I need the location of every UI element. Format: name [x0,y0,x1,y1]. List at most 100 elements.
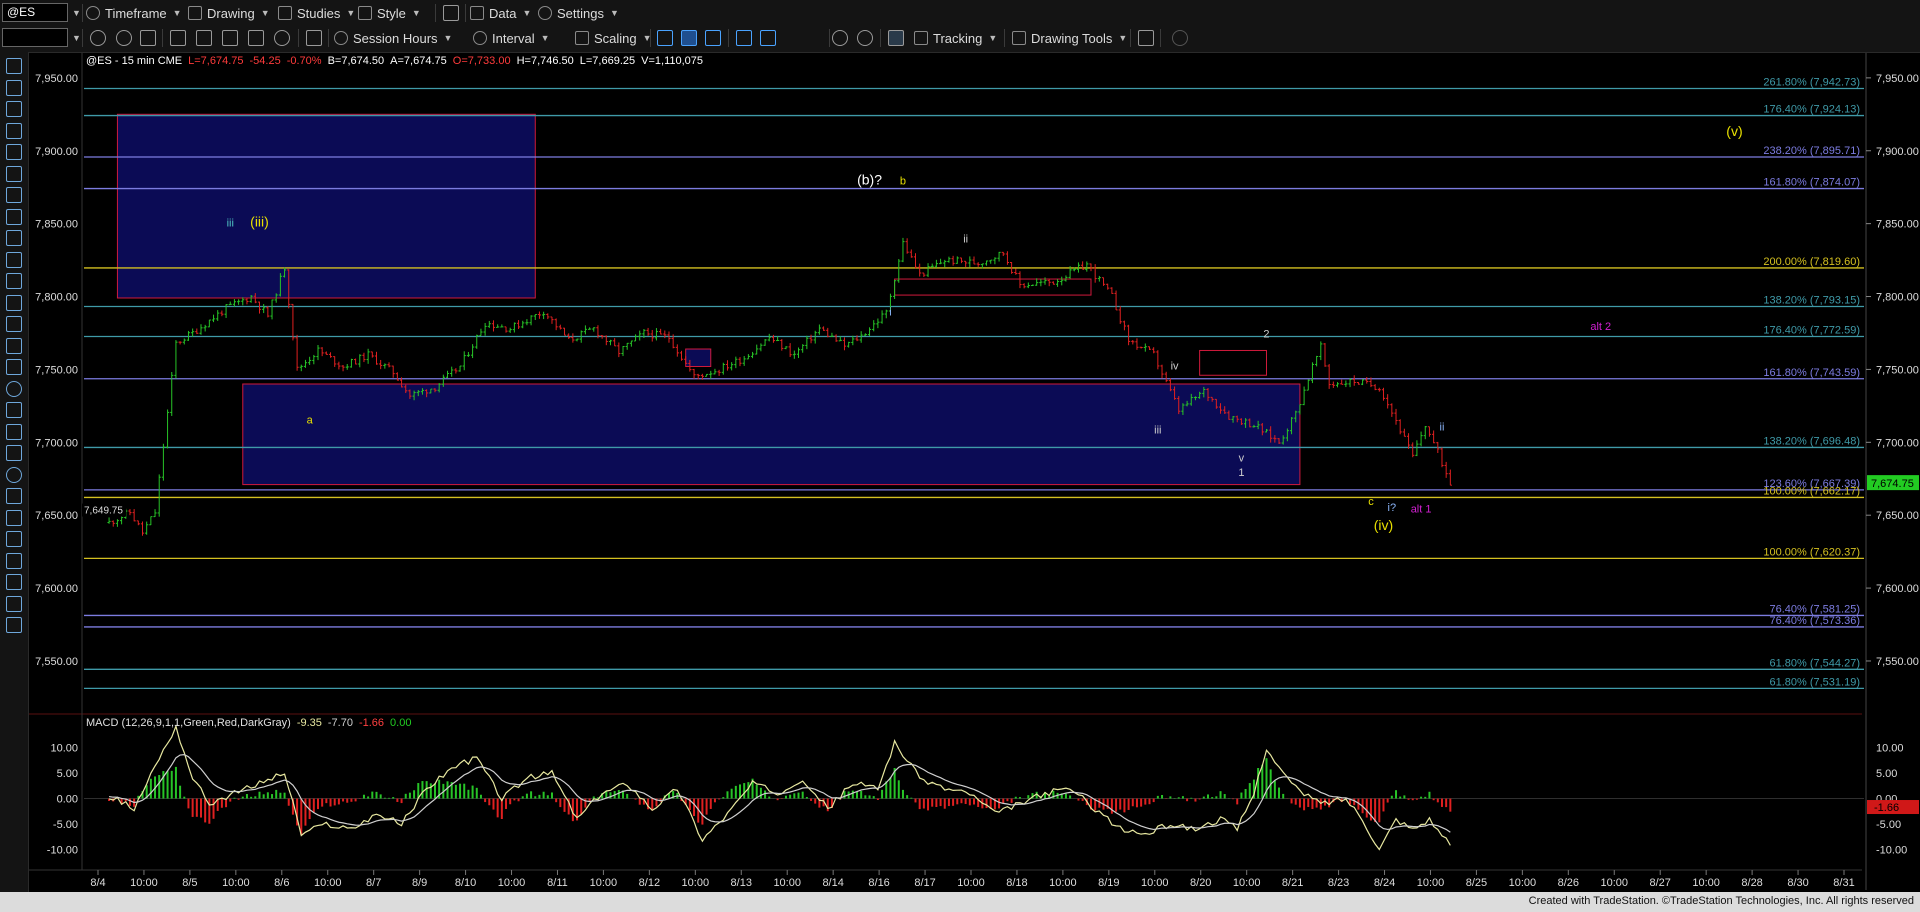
bars-narrow-icon[interactable] [705,30,721,46]
scroll-right-icon[interactable] [760,30,776,46]
scaling-icon [575,31,589,45]
circle-icon[interactable] [6,466,22,483]
list-icon[interactable] [6,337,22,354]
chevron-down-icon: ▼ [443,33,453,43]
macd-tick-label: -10.00 [1876,845,1907,857]
zoom-icon[interactable] [116,30,132,46]
brush-icon[interactable] [6,251,22,268]
date-tick-label: 8/11 [547,877,568,889]
bars-normal-icon[interactable] [681,30,697,46]
left-price-tick-label: 7,800.00 [35,292,78,304]
new-window-icon[interactable] [1138,30,1154,46]
copy-icon[interactable] [222,30,238,46]
date-tick-label: 10:00 [1692,877,1720,889]
refresh-icon[interactable] [90,30,106,46]
crosshair-icon[interactable] [6,79,22,96]
vertical-line-icon[interactable] [6,165,22,182]
wave-label: a [307,414,314,426]
left-price-tick-label: 7,850.00 [35,219,78,231]
session-hours-menu[interactable]: Session Hours ▼ [334,27,452,49]
trendline-icon[interactable] [6,122,22,139]
gann-icon[interactable] [6,359,22,375]
macd-left-tick-label: 0.00 [57,794,78,806]
arc-icon[interactable] [6,230,22,246]
symbol-dropdown-icon[interactable]: ▼ [72,2,81,24]
horizontal-line-icon[interactable] [6,144,22,160]
session-hours-label: Session Hours [353,30,438,46]
eraser-icon[interactable] [6,552,22,569]
curve-icon[interactable] [6,402,22,418]
scale-icon[interactable] [6,574,22,590]
workspace-dropdown-icon[interactable]: ▼ [72,27,81,49]
header-low: L=7,669.25 [580,55,635,67]
grid-icon[interactable] [888,30,904,46]
studies-menu[interactable]: Studies ▼ [278,2,355,24]
macd-tick-label: 5.00 [1876,768,1897,780]
crosshair-icon [914,31,928,45]
interval-menu[interactable]: Interval ▼ [473,27,550,49]
drawing-tools-menu[interactable]: Drawing Tools ▼ [1012,27,1127,49]
tracking-menu[interactable]: Tracking ▼ [914,27,997,49]
settings-menu[interactable]: Settings ▼ [538,2,619,24]
channel-icon[interactable] [6,208,22,225]
scroll-left-icon[interactable] [736,30,752,46]
chart-canvas[interactable]: 261.80% (7,942.73) 176.40% (7,924.13) 238.… [0,0,1920,912]
bars-2-icon[interactable] [6,316,22,332]
rectangle-icon[interactable] [6,488,22,504]
text-icon[interactable] [6,509,22,526]
pencil-icon [188,6,202,20]
triangle-icon[interactable] [6,273,22,289]
wave-label: iv [1171,360,1179,372]
date-tick-label: 10:00 [1233,877,1261,889]
pin-icon [473,31,487,45]
date-tick-label: 10:00 [1509,877,1537,889]
symbol-input[interactable]: @ES [2,3,68,22]
layout-icon[interactable] [443,5,459,21]
workspace-select[interactable] [2,28,68,47]
zoom-in-icon[interactable] [832,30,848,46]
print-icon[interactable] [140,30,156,46]
style-menu[interactable]: Style ▼ [358,2,421,24]
link-chain-icon[interactable] [1172,30,1188,46]
link-icon[interactable] [274,30,290,46]
drawing-tools-icon [1012,31,1026,45]
left-price-tick-label: 7,700.00 [35,437,78,449]
scaling-menu[interactable]: Scaling ▼ [575,27,652,49]
drawing-label: Drawing [207,5,255,21]
bars-wide-icon[interactable] [657,30,673,46]
drawing-menu[interactable]: Drawing ▼ [188,2,270,24]
ruler-icon[interactable] [6,531,22,547]
export-icon[interactable] [196,30,212,46]
fib-level-label: 161.80% (7,743.59) [1763,367,1860,379]
wave-label: 2 [1263,328,1269,340]
cycle-icon[interactable] [6,380,22,397]
pencil-icon[interactable] [6,101,22,117]
window-icon[interactable] [170,30,186,46]
timeframe-menu[interactable]: Timeframe ▼ [86,2,182,24]
outline-icon[interactable] [306,30,322,46]
date-tick-label: 8/17 [914,877,935,889]
zoom-out-icon[interactable] [857,30,873,46]
label-icon[interactable] [6,617,22,633]
date-tick-label: 8/6 [274,877,289,889]
wave-label: v [1239,452,1245,464]
pointer-icon[interactable] [6,58,22,74]
left-price-tick-label: 7,650.00 [35,510,78,522]
date-tick-label: 10:00 [957,877,985,889]
camera-icon[interactable] [248,30,264,46]
date-tick-label: 8/23 [1328,877,1349,889]
macd-label-name: MACD (12,26,9,1,1,Green,Red,DarkGray) [86,717,291,729]
bars-icon[interactable] [6,294,22,311]
date-tick-label: 8/7 [366,877,381,889]
arrow-up-icon[interactable] [6,445,22,461]
arrow-down-icon[interactable] [6,423,22,440]
scaling-label: Scaling [594,30,637,46]
left-price-tag: 7,649.75 [84,506,123,517]
date-tick-label: 8/5 [182,877,197,889]
edit-icon[interactable] [6,595,22,612]
chevron-down-icon: ▼ [411,8,421,18]
data-menu[interactable]: Data ▼ [470,2,531,24]
price-tick-label: 7,550.00 [1876,656,1919,668]
wave-label: alt 2 [1590,321,1611,333]
fib-icon[interactable] [6,187,22,203]
